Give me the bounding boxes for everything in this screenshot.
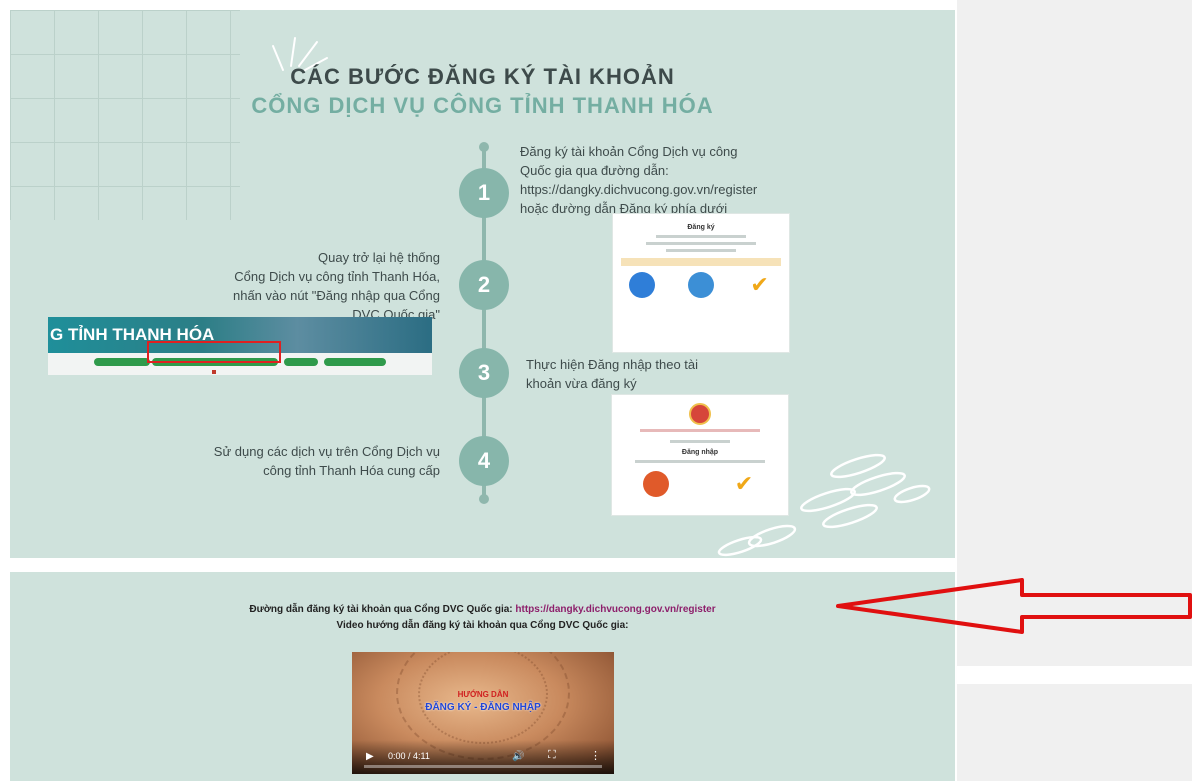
right-blank-panel <box>957 0 1192 781</box>
citizen-icon <box>629 272 656 298</box>
fullscreen-icon[interactable]: ⛶ <box>548 749 556 762</box>
step-2-text: Quay trở lại hệ thống Cổng Dịch vụ công … <box>233 248 440 324</box>
video-progress-bar[interactable] <box>364 765 602 768</box>
highlight-box <box>147 341 281 363</box>
step-4-text: Sử dụng các dịch vụ trên Cổng Dịch vụ cô… <box>214 442 440 480</box>
vneid-icon <box>643 471 669 497</box>
insurance-icon <box>687 272 714 298</box>
step-4-line: công tỉnh Thanh Hóa cung cấp <box>263 463 440 478</box>
step-1-line: Đăng ký tài khoản Cổng Dịch vụ công <box>520 144 738 159</box>
video-label: Video hướng dẫn đăng ký tài khoản qua Cổ… <box>336 620 629 631</box>
thumb-text-line <box>670 440 730 443</box>
video-time: 0:00 / 4:11 <box>388 751 430 761</box>
step-4-number: 4 <box>459 436 509 486</box>
red-arrow-icon <box>836 578 1192 634</box>
thumb-notice-bar <box>621 258 781 266</box>
timeline-end-dot <box>479 494 489 504</box>
volume-icon[interactable]: 🔊 <box>512 751 524 762</box>
step-3-line: Thực hiện Đăng nhập theo tài <box>526 357 699 372</box>
more-options-icon[interactable]: ⋮ <box>590 749 601 762</box>
step-3-number: 3 <box>459 348 509 398</box>
register-form-thumbnail: Đăng ký ✔ <box>612 213 790 353</box>
step-4-line: Sử dụng các dịch vụ trên Cổng Dịch vụ <box>213 444 440 459</box>
register-link-label: Đường dẫn đăng ký tài khoản qua Cổng DVC… <box>249 604 513 615</box>
national-emblem-icon <box>689 403 711 425</box>
register-thumb-title: Đăng ký <box>687 224 715 231</box>
video-title: ĐĂNG KÝ - ĐĂNG NHẬP <box>425 702 541 713</box>
cursor-mark <box>212 370 216 374</box>
thumb-header-line <box>640 429 760 432</box>
step-1-line: https://dangky.dichvucong.gov.vn/registe… <box>520 182 758 197</box>
step-3-line: khoản vừa đăng ký <box>526 376 637 391</box>
register-link[interactable]: https://dangky.dichvucong.gov.vn/registe… <box>515 604 715 615</box>
thumb-text-line <box>656 235 746 238</box>
step-3-text: Thực hiện Đăng nhập theo tài khoản vừa đ… <box>526 355 698 393</box>
banner-nav-button <box>94 358 150 366</box>
portal-banner-screenshot: G TỈNH THANH HÓA <box>48 317 432 375</box>
step-1-line: Quốc gia qua đường dẫn: <box>520 163 669 178</box>
checkmark-icon: ✔ <box>746 272 773 298</box>
step-2-line: Quay trở lại hệ thống <box>318 250 440 265</box>
video-player[interactable]: HƯỚNG DẪN ĐĂNG KÝ - ĐĂNG NHẬP ▶ 0:00 / 4… <box>352 652 614 774</box>
video-controls: ▶ 0:00 / 4:11 🔊 ⛶ ⋮ <box>352 740 614 774</box>
timeline-start-dot <box>479 142 489 152</box>
infographic-title: CÁC BƯỚC ĐĂNG KÝ TÀI KHOẢN <box>290 64 675 89</box>
step-2-number: 2 <box>459 260 509 310</box>
banner-register-button <box>284 358 318 366</box>
infographic-subtitle: CỔNG DỊCH VỤ CÔNG TỈNH THANH HÓA <box>251 93 714 118</box>
thumb-text-line <box>646 242 756 245</box>
thumb-icon-row: ✔ <box>613 272 789 298</box>
play-icon[interactable]: ▶ <box>366 751 374 762</box>
step-2-line: nhấn vào nút "Đăng nhập qua Cổng <box>232 288 440 303</box>
thumb-text-line <box>666 249 736 252</box>
infographic-image: CÁC BƯỚC ĐĂNG KÝ TÀI KHOẢN CỔNG DỊCH VỤ … <box>10 10 955 558</box>
step-2-line: Cổng Dịch vụ công tỉnh Thanh Hóa, <box>234 269 440 284</box>
video-subtitle: HƯỚNG DẪN <box>457 690 509 699</box>
banner-guide-button <box>324 358 386 366</box>
step-1-text: Đăng ký tài khoản Cổng Dịch vụ công Quốc… <box>520 142 757 218</box>
register-link-line: Đường dẫn đăng ký tài khoản qua Cổng DVC… <box>10 604 955 615</box>
oval-decoration-icon <box>717 453 931 557</box>
step-1-number: 1 <box>459 168 509 218</box>
